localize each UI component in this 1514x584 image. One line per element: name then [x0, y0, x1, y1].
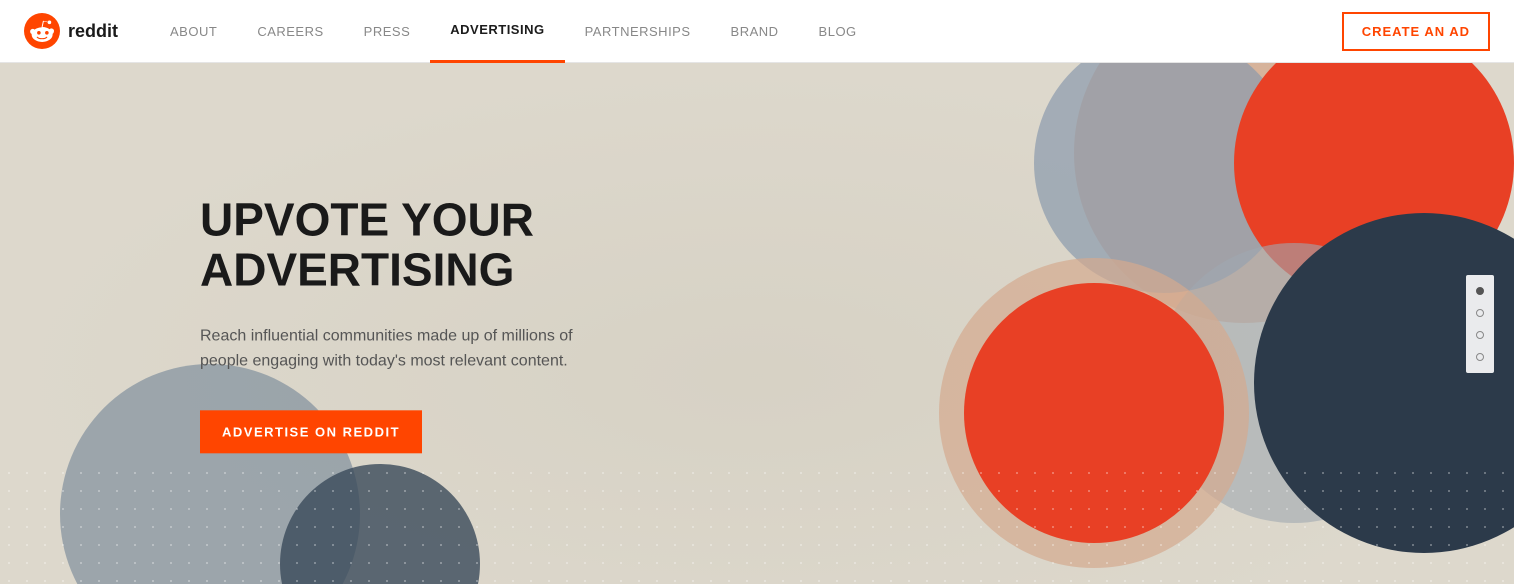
hero-content: UPVOTE YOUR ADVERTISING Reach influentia… — [200, 194, 620, 453]
hero-headline: UPVOTE YOUR ADVERTISING — [200, 194, 620, 295]
advertise-button[interactable]: ADVERTISE ON REDDIT — [200, 410, 422, 453]
slide-indicators — [1466, 275, 1494, 373]
hero-headline-line2: ADVERTISING — [200, 243, 514, 295]
nav-brand[interactable]: BRAND — [711, 0, 799, 63]
nav-press[interactable]: PRESS — [344, 0, 431, 63]
create-ad-button[interactable]: CREATE AN AD — [1342, 12, 1490, 51]
nav-careers[interactable]: CAREERS — [237, 0, 343, 63]
slide-dot-3[interactable] — [1476, 331, 1484, 339]
slide-dot-1[interactable] — [1476, 287, 1484, 295]
nav-partnerships[interactable]: PARTNERSHIPS — [565, 0, 711, 63]
slide-dot-2[interactable] — [1476, 309, 1484, 317]
hero-subtext: Reach influential communities made up of… — [200, 323, 620, 374]
nav-advertising[interactable]: ADVERTISING — [430, 0, 564, 63]
navbar: reddit ABOUT CAREERS PRESS ADVERTISING P… — [0, 0, 1514, 63]
reddit-wordmark: reddit — [68, 21, 118, 42]
nav-about[interactable]: ABOUT — [150, 0, 237, 63]
nav-blog[interactable]: BLOG — [799, 0, 877, 63]
hero-headline-line1: UPVOTE YOUR — [200, 193, 534, 245]
reddit-logo[interactable]: reddit — [24, 13, 118, 49]
slide-dot-4[interactable] — [1476, 353, 1484, 361]
dots-pattern — [0, 464, 1514, 584]
hero-section: UPVOTE YOUR ADVERTISING Reach influentia… — [0, 63, 1514, 584]
nav-links: ABOUT CAREERS PRESS ADVERTISING PARTNERS… — [150, 0, 1342, 63]
